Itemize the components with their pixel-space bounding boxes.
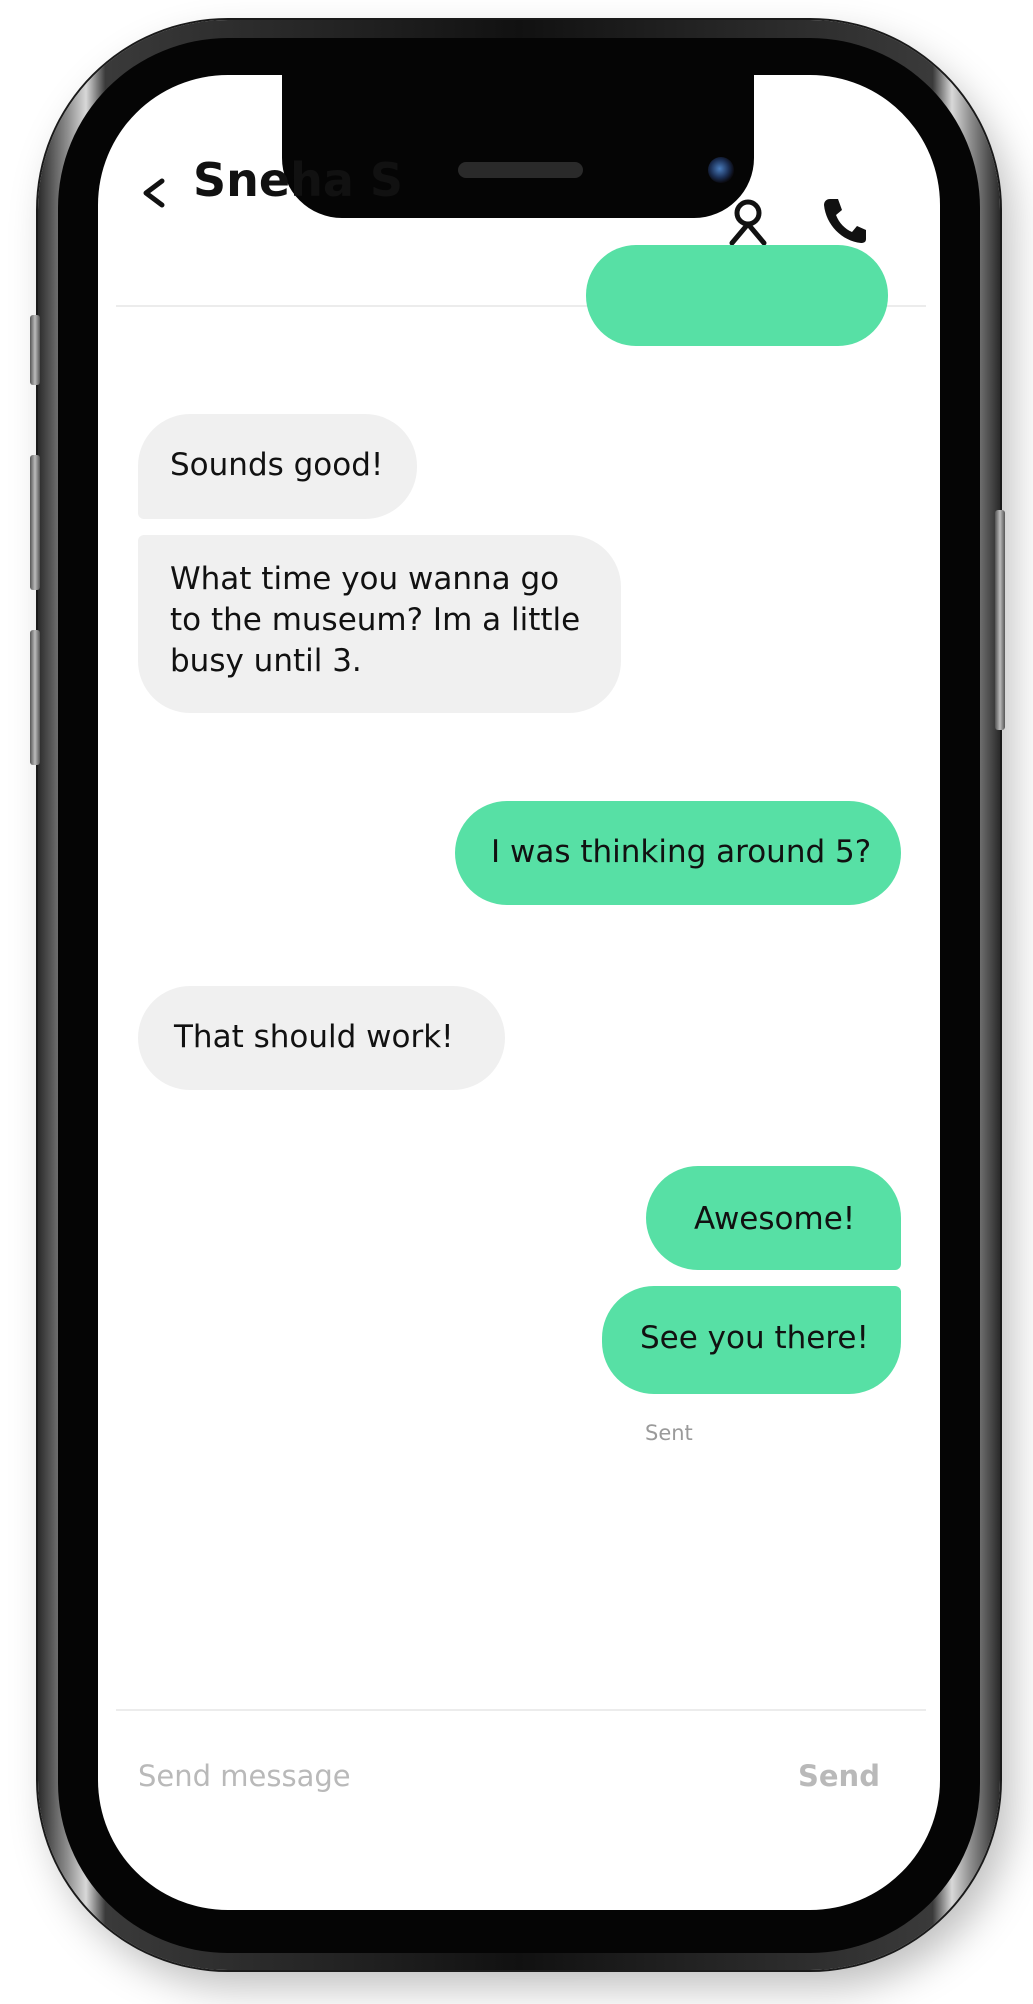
message-text: That should work! <box>174 1019 454 1055</box>
message-text: I was thinking around 5? <box>491 834 872 870</box>
front-camera <box>708 157 734 183</box>
message-text: See you there! <box>640 1320 869 1356</box>
send-button[interactable]: Send <box>798 1751 880 1801</box>
phone-icon[interactable] <box>820 195 868 245</box>
volume-down-button <box>30 630 40 765</box>
message-bubble-received: What time you wanna go to the museum? Im… <box>138 535 621 713</box>
message-bubble-received: Sounds good! <box>138 414 417 519</box>
power-button <box>995 510 1005 730</box>
delivery-status: Sent <box>645 1421 693 1445</box>
message-bubble-sent: See you there! <box>602 1286 901 1394</box>
message-bubble-sent: Awesome! <box>646 1166 901 1270</box>
device-mockup: Sneha S Sounds good! What time you wanna… <box>0 0 1033 2004</box>
profile-icon[interactable] <box>726 197 770 247</box>
silent-switch <box>30 315 40 385</box>
message-bubble-received: That should work! <box>138 986 505 1090</box>
message-input[interactable] <box>138 1751 638 1801</box>
contact-name: Sneha S <box>193 153 404 207</box>
chevron-left-icon[interactable] <box>138 173 168 213</box>
volume-up-button <box>30 455 40 590</box>
message-text: Sounds good! <box>170 447 384 483</box>
message-text: Awesome! <box>694 1201 856 1237</box>
message-text: What time you wanna go to the museum? Im… <box>170 561 581 679</box>
message-bubble-sent: I was thinking around 5? <box>455 801 901 905</box>
chat-screen: Sneha S Sounds good! What time you wanna… <box>98 75 940 1910</box>
earpiece-speaker <box>458 162 583 178</box>
composer-divider <box>116 1709 926 1711</box>
message-bubble-sent-partial <box>586 245 888 346</box>
